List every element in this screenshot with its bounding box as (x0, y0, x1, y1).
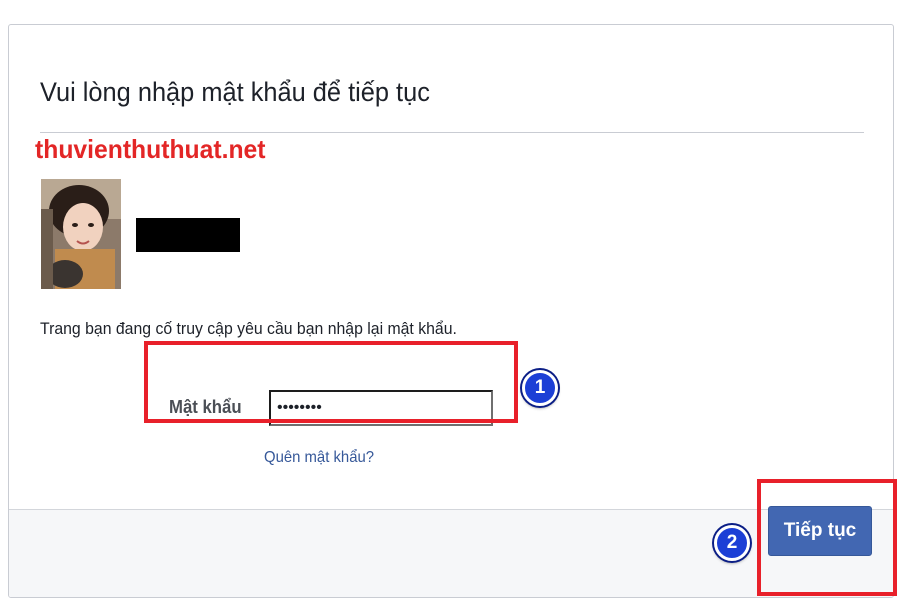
profile-avatar (41, 179, 121, 289)
step-2-badge: 2 (714, 525, 750, 561)
title-divider (40, 132, 864, 133)
dialog-title: Vui lòng nhập mật khẩu để tiếp tục (40, 77, 430, 107)
continue-button[interactable]: Tiếp tục (768, 506, 872, 556)
dialog-footer (9, 509, 893, 597)
step-1-badge: 1 (522, 370, 558, 406)
password-label: Mật khẩu (169, 397, 242, 417)
avatar-image (41, 179, 121, 289)
site-watermark: thuvienthuthuat.net (35, 134, 266, 164)
password-field-row: Mật khẩu (161, 368, 527, 446)
redacted-username (136, 218, 240, 252)
password-input[interactable] (269, 390, 493, 426)
forgot-password-link[interactable]: Quên mật khẩu? (264, 449, 374, 467)
reauth-dialog: Vui lòng nhập mật khẩu để tiếp tục thuvi… (8, 24, 894, 598)
reauth-message: Trang bạn đang cố truy cập yêu cầu bạn n… (40, 319, 457, 338)
